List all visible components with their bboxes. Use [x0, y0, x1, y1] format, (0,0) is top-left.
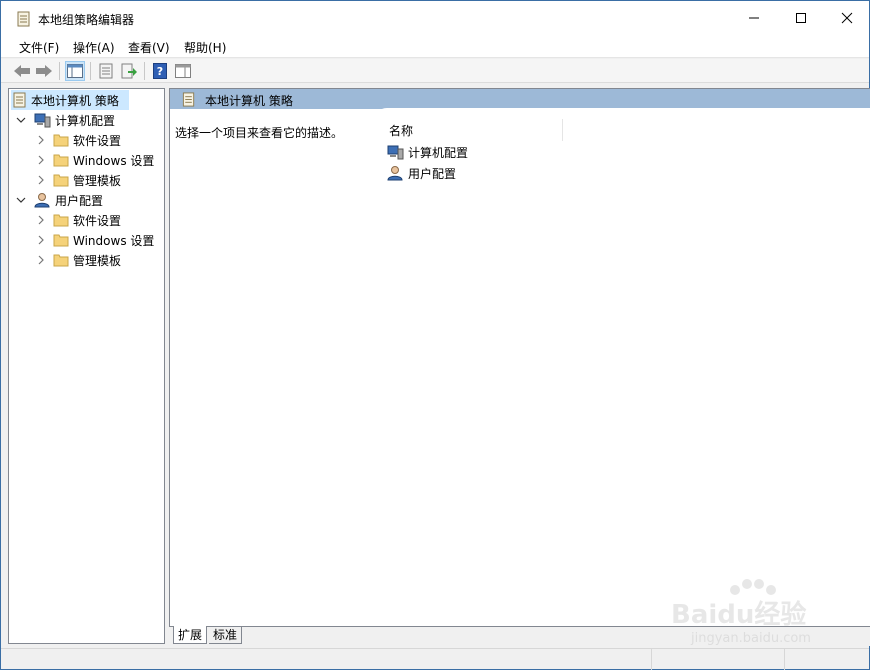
- folder-icon: [53, 154, 69, 167]
- column-header-name[interactable]: 名称: [388, 119, 563, 141]
- tree-item-root[interactable]: 本地计算机 策略: [11, 90, 129, 110]
- close-button[interactable]: [824, 1, 870, 34]
- computer-icon: [387, 145, 404, 160]
- tree-item-user-config[interactable]: 用户配置: [15, 190, 103, 210]
- title-bar[interactable]: 本地组策略编辑器: [1, 1, 869, 34]
- help-icon: ?: [153, 63, 167, 79]
- tree-item-computer-software[interactable]: 软件设置: [35, 130, 121, 150]
- close-icon: [841, 12, 853, 23]
- minimize-button[interactable]: [731, 1, 777, 34]
- watermark-brand: Baidu经验: [671, 600, 807, 630]
- policy-app-icon: [17, 11, 30, 27]
- toolbar: ?: [1, 59, 869, 83]
- chevron-down-icon[interactable]: [15, 114, 27, 126]
- policy-doc-icon: [13, 92, 26, 108]
- tab-standard[interactable]: 标准: [209, 626, 243, 644]
- tree-label: Windows 设置: [73, 233, 155, 248]
- arrow-right-icon: [36, 65, 52, 77]
- chevron-right-icon[interactable]: [35, 214, 47, 226]
- console-tree-icon: [67, 64, 83, 78]
- chevron-right-icon[interactable]: [35, 174, 47, 186]
- result-pane: 本地计算机 策略 选择一个项目来查看它的描述。 名称 计算机配置 用户配置: [169, 88, 870, 626]
- tree-label-user-config: 用户配置: [55, 193, 104, 208]
- folder-icon: [53, 174, 69, 187]
- tree-label-computer-config: 计算机配置: [55, 113, 116, 128]
- help-button[interactable]: ?: [150, 61, 170, 81]
- folder-icon: [53, 214, 69, 227]
- tree-item-computer-templates[interactable]: 管理模板: [35, 170, 121, 190]
- list-item-computer-config[interactable]: 计算机配置: [386, 142, 468, 162]
- minimize-icon: [749, 17, 759, 18]
- show-hide-tree-button[interactable]: [65, 61, 85, 81]
- chevron-right-icon[interactable]: [35, 154, 47, 166]
- tree-item-computer-config[interactable]: 计算机配置: [15, 110, 115, 130]
- column-header-label: 名称: [389, 124, 414, 138]
- tree-label: Windows 设置: [73, 153, 155, 168]
- menu-help[interactable]: 帮助(H): [184, 39, 226, 56]
- back-button[interactable]: [12, 61, 32, 81]
- tab-extended[interactable]: 扩展: [173, 626, 208, 644]
- properties-icon: [99, 63, 113, 79]
- menu-action[interactable]: 操作(A): [73, 39, 115, 56]
- chevron-down-icon[interactable]: [15, 194, 27, 206]
- menu-view[interactable]: 查看(V): [128, 39, 170, 56]
- user-icon: [387, 166, 403, 181]
- list-item-user-config[interactable]: 用户配置: [386, 163, 456, 183]
- folder-icon: [53, 254, 69, 267]
- action-pane-button[interactable]: [173, 61, 193, 81]
- user-icon: [34, 193, 50, 208]
- watermark-url: jingyan.baidu.com: [691, 631, 811, 646]
- forward-button[interactable]: [34, 61, 54, 81]
- tree-label: 管理模板: [73, 253, 122, 268]
- list-item-label: 用户配置: [408, 166, 457, 181]
- list-panel: [373, 108, 870, 626]
- window-title: 本地组策略编辑器: [38, 13, 135, 27]
- export-icon: [121, 63, 137, 79]
- arrow-left-icon: [14, 65, 30, 77]
- status-divider: [651, 649, 652, 670]
- policy-doc-icon: [182, 92, 195, 107]
- action-pane-icon: [175, 64, 191, 78]
- description-text: 选择一个项目来查看它的描述。: [175, 126, 344, 140]
- group-policy-window: 本地组策略编辑器 文件(F) 操作(A) 查看(V) 帮助(H) ? 本地计算机…: [0, 0, 870, 670]
- chevron-right-icon[interactable]: [35, 234, 47, 246]
- folder-icon: [53, 134, 69, 147]
- properties-button[interactable]: [96, 61, 116, 81]
- result-header-band: 本地计算机 策略: [170, 89, 870, 109]
- toolbar-separator: [144, 62, 145, 80]
- svg-text:?: ?: [157, 65, 163, 78]
- tree-label: 软件设置: [73, 133, 122, 148]
- folder-icon: [53, 234, 69, 247]
- tree-label: 软件设置: [73, 213, 122, 228]
- result-header-title: 本地计算机 策略: [205, 94, 293, 108]
- tree-item-user-templates[interactable]: 管理模板: [35, 250, 121, 270]
- list-item-label: 计算机配置: [408, 145, 469, 160]
- baidu-watermark: Baidu经验 jingyan.baidu.com: [661, 576, 861, 656]
- chevron-right-icon[interactable]: [35, 134, 47, 146]
- tree-item-user-windows[interactable]: Windows 设置: [35, 230, 154, 250]
- tree-item-computer-windows[interactable]: Windows 设置: [35, 150, 154, 170]
- console-tree: 本地计算机 策略 计算机配置 软件设置 Windows 设置 管理模板 用户配置: [8, 88, 165, 644]
- computer-icon: [34, 113, 51, 128]
- menu-bar: 文件(F) 操作(A) 查看(V) 帮助(H): [1, 34, 869, 58]
- tree-item-user-software[interactable]: 软件设置: [35, 210, 121, 230]
- toolbar-separator: [59, 62, 60, 80]
- chevron-right-icon[interactable]: [35, 254, 47, 266]
- maximize-button[interactable]: [778, 1, 824, 34]
- maximize-icon: [796, 12, 806, 23]
- tree-label: 管理模板: [73, 173, 122, 188]
- tree-root-label: 本地计算机 策略: [31, 93, 119, 108]
- menu-file[interactable]: 文件(F): [19, 39, 59, 56]
- export-list-button[interactable]: [119, 61, 139, 81]
- toolbar-separator: [90, 62, 91, 80]
